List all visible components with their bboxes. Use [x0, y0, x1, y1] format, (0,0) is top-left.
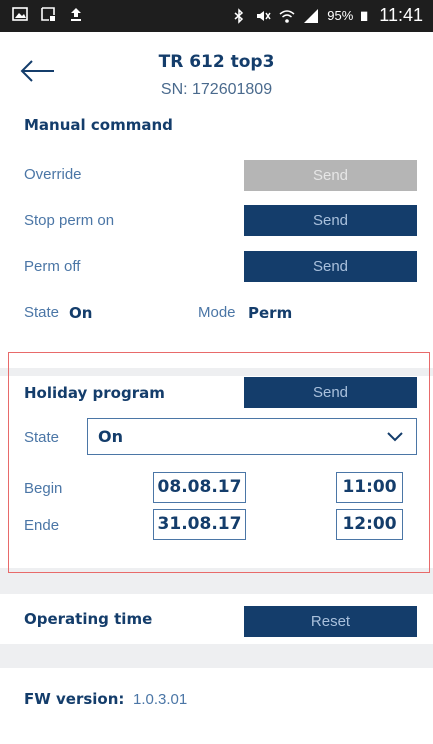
section-divider — [0, 568, 433, 594]
manual-mode-label: Mode — [198, 304, 236, 321]
battery-percent: 95% — [327, 8, 354, 23]
section-divider — [0, 368, 433, 376]
begin-label: Begin — [24, 480, 63, 497]
manual-state-value: On — [69, 304, 93, 322]
end-date-field[interactable]: 31.08.17 — [153, 509, 246, 540]
gallery-notification-icon — [12, 7, 28, 21]
end-label: Ende — [24, 517, 60, 534]
chevron-down-icon — [387, 432, 403, 442]
wifi-icon — [279, 9, 295, 23]
mute-icon — [257, 10, 271, 21]
operating-time-reset-button[interactable]: Reset — [244, 606, 417, 637]
perm-off-send-button[interactable]: Send — [244, 251, 417, 282]
signal-icon — [304, 8, 319, 23]
holiday-send-button[interactable]: Send — [244, 377, 417, 408]
status-right-icons: 95% 11:41 — [231, 5, 423, 26]
holiday-program-title: Holiday program — [24, 384, 165, 402]
device-title: TR 612 top3 — [158, 52, 275, 72]
battery-icon — [361, 11, 368, 21]
section-divider — [0, 644, 433, 668]
holiday-state-dropdown[interactable]: On — [87, 418, 417, 455]
screenshot-notification-icon — [41, 7, 55, 21]
stop-perm-on-label: Stop perm on — [24, 212, 115, 229]
holiday-state-label: State — [24, 429, 60, 446]
operating-time-title: Operating time — [24, 610, 153, 628]
clock: 11:41 — [379, 5, 423, 25]
device-serial: SN: 172601809 — [160, 81, 273, 98]
upload-notification-icon — [71, 8, 81, 21]
stop-perm-on-send-button[interactable]: Send — [244, 205, 417, 236]
manual-state-label: State — [24, 304, 60, 321]
app-screen: 95% 11:41 TR 612 top3 SN: 172601809 Manu… — [0, 0, 433, 744]
end-time-field[interactable]: 12:00 — [336, 509, 403, 540]
fw-version-label: FW version: — [24, 690, 125, 708]
manual-mode-value: Perm — [248, 304, 293, 322]
perm-off-label: Perm off — [24, 258, 81, 275]
override-send-button[interactable]: Send — [244, 160, 417, 191]
operating-time-section: Operating time Reset — [0, 594, 433, 644]
manual-command-section: Manual command Override Send Stop perm o… — [0, 110, 433, 368]
fw-version-value: 1.0.3.01 — [133, 691, 188, 708]
status-left-icons — [12, 6, 84, 22]
override-label: Override — [24, 166, 82, 183]
status-bar: 95% 11:41 — [0, 0, 433, 32]
holiday-state-selected: On — [98, 427, 123, 446]
manual-command-title: Manual command — [24, 116, 173, 134]
begin-time-field[interactable]: 11:00 — [336, 472, 403, 503]
begin-date-field[interactable]: 08.08.17 — [153, 472, 246, 503]
app-header: TR 612 top3 SN: 172601809 — [0, 32, 433, 110]
bluetooth-icon — [234, 7, 244, 24]
